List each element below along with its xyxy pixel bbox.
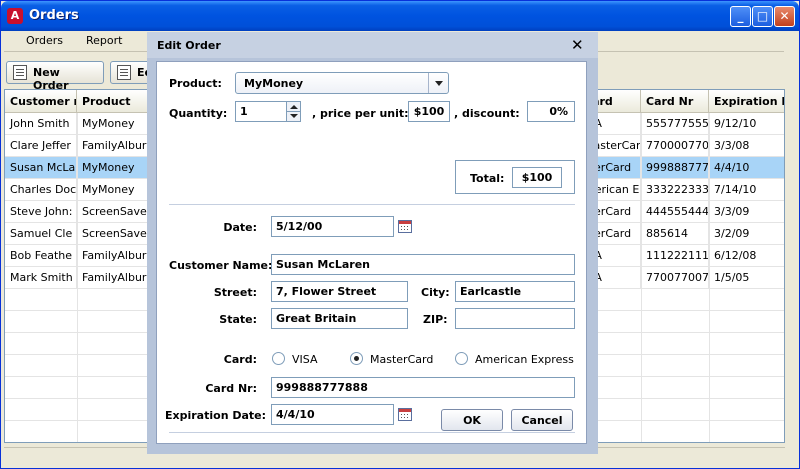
divider bbox=[169, 432, 575, 433]
table-cell: ScreenSave bbox=[77, 201, 149, 223]
table-cell: 555777555 bbox=[641, 113, 709, 135]
column-header-expiration[interactable]: Expiration D bbox=[709, 90, 784, 113]
window-titlebar[interactable]: A Orders _ □ ✕ bbox=[1, 1, 799, 31]
menu-report[interactable]: Report bbox=[86, 34, 122, 47]
price-input[interactable]: $100 bbox=[408, 101, 450, 122]
quantity-input[interactable]: 1 bbox=[235, 101, 287, 122]
state-input[interactable]: Great Britain bbox=[271, 308, 408, 329]
column-header-card-nr[interactable]: Card Nr bbox=[641, 90, 709, 113]
table-cell: Steve John: bbox=[5, 201, 77, 223]
table-cell: FamilyAlbur bbox=[77, 135, 149, 157]
chevron-down-icon[interactable] bbox=[428, 73, 448, 93]
edit-document-icon bbox=[117, 65, 131, 80]
table-cell: Charles Doc bbox=[5, 179, 77, 201]
product-select-value: MyMoney bbox=[244, 77, 304, 90]
table-cell: ScreenSave bbox=[77, 223, 149, 245]
table-cell: 770000770 bbox=[641, 135, 709, 157]
customer-name-input[interactable]: Susan McLaren bbox=[271, 254, 575, 275]
card-option-amex[interactable]: American Express bbox=[475, 353, 574, 366]
city-input[interactable]: Earlcastle bbox=[455, 281, 575, 302]
table-cell: 999888777 bbox=[641, 157, 709, 179]
table-cell: 1/5/05 bbox=[709, 267, 784, 289]
table-cell: MyMoney bbox=[77, 157, 149, 179]
divider bbox=[169, 204, 575, 205]
table-cell: 444555444 bbox=[641, 201, 709, 223]
city-label: City: bbox=[421, 286, 450, 299]
table-cell: Clare Jeffer bbox=[5, 135, 77, 157]
table-cell: Bob Feathe bbox=[5, 245, 77, 267]
quantity-label: Quantity: bbox=[169, 107, 228, 120]
state-label: State: bbox=[219, 313, 257, 326]
table-cell: FamilyAlbur bbox=[77, 267, 149, 289]
dialog-title: Edit Order bbox=[157, 39, 221, 52]
discount-label: , discount: bbox=[454, 107, 520, 120]
table-cell: 3/2/09 bbox=[709, 223, 784, 245]
table-cell: MyMoney bbox=[77, 113, 149, 135]
table-cell: 3/3/08 bbox=[709, 135, 784, 157]
street-label: Street: bbox=[213, 286, 257, 299]
price-label: , price per unit: bbox=[312, 107, 409, 120]
product-select[interactable]: MyMoney bbox=[235, 72, 449, 94]
card-nr-input[interactable]: 999888777888 bbox=[271, 377, 575, 398]
card-radio-visa[interactable] bbox=[272, 352, 285, 365]
card-radio-mastercard[interactable] bbox=[350, 352, 363, 365]
table-cell: Susan McLa bbox=[5, 157, 77, 179]
column-header-customer[interactable]: Customer n bbox=[5, 90, 77, 113]
card-option-mastercard[interactable]: MasterCard bbox=[370, 353, 433, 366]
table-cell: 7/14/10 bbox=[709, 179, 784, 201]
expiration-date-input[interactable]: 4/4/10 bbox=[271, 404, 394, 425]
card-radio-amex[interactable] bbox=[455, 352, 468, 365]
calendar-icon[interactable] bbox=[398, 408, 412, 421]
table-cell: Samuel Cle bbox=[5, 223, 77, 245]
table-cell: MyMoney bbox=[77, 179, 149, 201]
table-cell: 6/12/08 bbox=[709, 245, 784, 267]
table-cell: 4/4/10 bbox=[709, 157, 784, 179]
card-option-visa[interactable]: VISA bbox=[292, 353, 317, 366]
card-label: Card: bbox=[223, 353, 257, 366]
column-header-product[interactable]: Product bbox=[77, 90, 149, 113]
close-button[interactable]: ✕ bbox=[774, 6, 795, 27]
total-box: Total: $100 bbox=[455, 160, 575, 194]
menu-orders[interactable]: Orders bbox=[26, 34, 63, 47]
table-cell: 885614 bbox=[641, 223, 709, 245]
cancel-button[interactable]: Cancel bbox=[511, 409, 573, 431]
total-label: Total: bbox=[470, 172, 505, 185]
quantity-stepper[interactable] bbox=[286, 101, 301, 122]
edit-order-dialog: Edit Order ✕ Product: MyMoney Quantity: … bbox=[147, 32, 598, 454]
table-cell: Mark Smith bbox=[5, 267, 77, 289]
maximize-button[interactable]: □ bbox=[752, 6, 773, 27]
date-input[interactable]: 5/12/00 bbox=[271, 216, 394, 237]
new-document-icon bbox=[13, 65, 27, 80]
calendar-icon[interactable] bbox=[398, 220, 412, 233]
table-cell: 770077007 bbox=[641, 267, 709, 289]
table-cell: 3/3/09 bbox=[709, 201, 784, 223]
total-value: $100 bbox=[512, 167, 562, 188]
dialog-body: Product: MyMoney Quantity: 1 , price per… bbox=[156, 61, 587, 444]
product-label: Product: bbox=[169, 77, 222, 90]
table-cell: 333222333 bbox=[641, 179, 709, 201]
zip-label: ZIP: bbox=[423, 313, 448, 326]
table-cell: John Smith bbox=[5, 113, 77, 135]
new-order-button[interactable]: New Order bbox=[6, 61, 104, 92]
ok-button[interactable]: OK bbox=[441, 409, 503, 431]
zip-input[interactable] bbox=[455, 308, 575, 329]
discount-input[interactable]: 0% bbox=[527, 101, 575, 122]
dialog-close-icon[interactable]: ✕ bbox=[571, 36, 584, 54]
table-cell: 111222111 bbox=[641, 245, 709, 267]
customer-name-label: Customer Name: bbox=[169, 259, 273, 272]
window-title: Orders bbox=[29, 8, 79, 23]
table-cell: 9/12/10 bbox=[709, 113, 784, 135]
date-label: Date: bbox=[223, 221, 257, 234]
app-logo-icon: A bbox=[7, 8, 23, 24]
dialog-titlebar[interactable]: Edit Order ✕ bbox=[147, 32, 598, 58]
table-cell: FamilyAlbur bbox=[77, 245, 149, 267]
street-input[interactable]: 7, Flower Street bbox=[271, 281, 408, 302]
card-nr-label: Card Nr: bbox=[205, 382, 257, 395]
expiration-date-label: Expiration Date: bbox=[165, 409, 267, 422]
minimize-button[interactable]: _ bbox=[730, 6, 751, 27]
